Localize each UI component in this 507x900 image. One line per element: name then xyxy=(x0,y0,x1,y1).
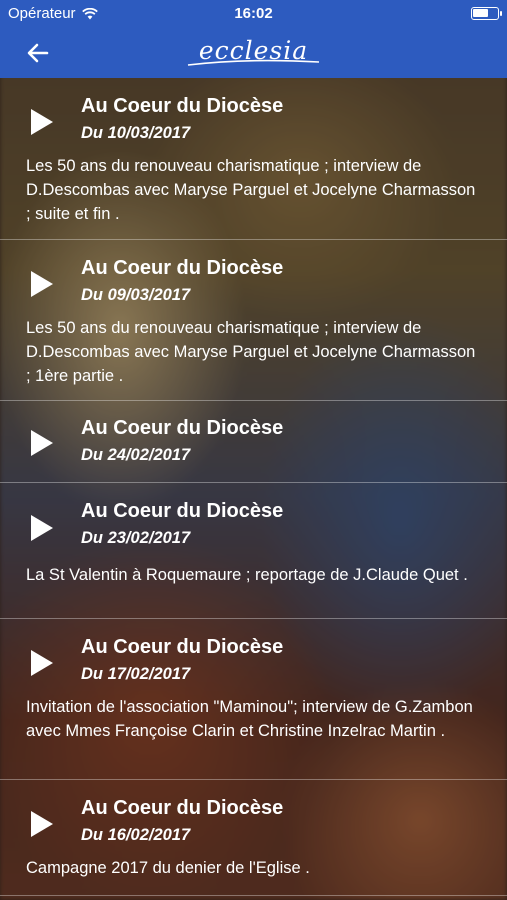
item-description: Invitation de l'association "Maminou"; i… xyxy=(26,698,473,740)
item-date: Du 09/03/2017 xyxy=(81,286,191,304)
item-description: Campagne 2017 du denier de l'Eglise . xyxy=(26,859,310,877)
item-date: Du 24/02/2017 xyxy=(81,446,191,464)
item-title: Au Coeur du Diocèse xyxy=(81,95,284,117)
item-description: La St Valentin à Roquemaure ; reportage … xyxy=(26,566,468,584)
play-icon[interactable] xyxy=(30,649,54,677)
list-item[interactable]: Au Coeur du Diocèse Du 09/03/2017 Les 50… xyxy=(0,240,507,401)
item-date: Du 17/02/2017 xyxy=(81,665,191,683)
episode-list: Au Coeur du Diocèse Du 10/03/2017 Les 50… xyxy=(0,78,507,896)
play-icon[interactable] xyxy=(30,514,54,542)
list-item[interactable]: Au Coeur du Diocèse Du 24/02/2017 xyxy=(0,401,507,483)
header: Opérateur 16:02 ecclesia xyxy=(0,0,507,78)
item-date: Du 16/02/2017 xyxy=(81,826,191,844)
clock: 16:02 xyxy=(234,5,273,22)
list-item[interactable]: Au Coeur du Diocèse Du 16/02/2017 Campag… xyxy=(0,780,507,896)
item-title: Au Coeur du Diocèse xyxy=(81,500,284,522)
item-date: Du 10/03/2017 xyxy=(81,124,191,142)
logo-swoosh xyxy=(187,59,320,66)
item-date: Du 23/02/2017 xyxy=(81,529,191,547)
play-icon[interactable] xyxy=(30,270,54,298)
list-item[interactable]: Au Coeur du Diocèse Du 23/02/2017 La St … xyxy=(0,483,507,619)
status-bar: Opérateur 16:02 xyxy=(0,0,507,28)
item-title: Au Coeur du Diocèse xyxy=(81,797,284,819)
play-icon[interactable] xyxy=(30,810,54,838)
nav-bar: ecclesia xyxy=(0,28,507,78)
battery-icon xyxy=(471,7,502,20)
item-title: Au Coeur du Diocèse xyxy=(81,257,284,279)
item-title: Au Coeur du Diocèse xyxy=(81,417,284,439)
item-description: Les 50 ans du renouveau charismatique ; … xyxy=(26,319,476,385)
list-item[interactable]: Au Coeur du Diocèse Du 17/02/2017 Invita… xyxy=(0,619,507,780)
item-description: Les 50 ans du renouveau charismatique ; … xyxy=(26,157,476,223)
play-icon[interactable] xyxy=(30,429,54,457)
play-icon[interactable] xyxy=(30,108,54,136)
item-title: Au Coeur du Diocèse xyxy=(81,636,284,658)
list-item[interactable]: Au Coeur du Diocèse Du 10/03/2017 Les 50… xyxy=(0,78,507,240)
